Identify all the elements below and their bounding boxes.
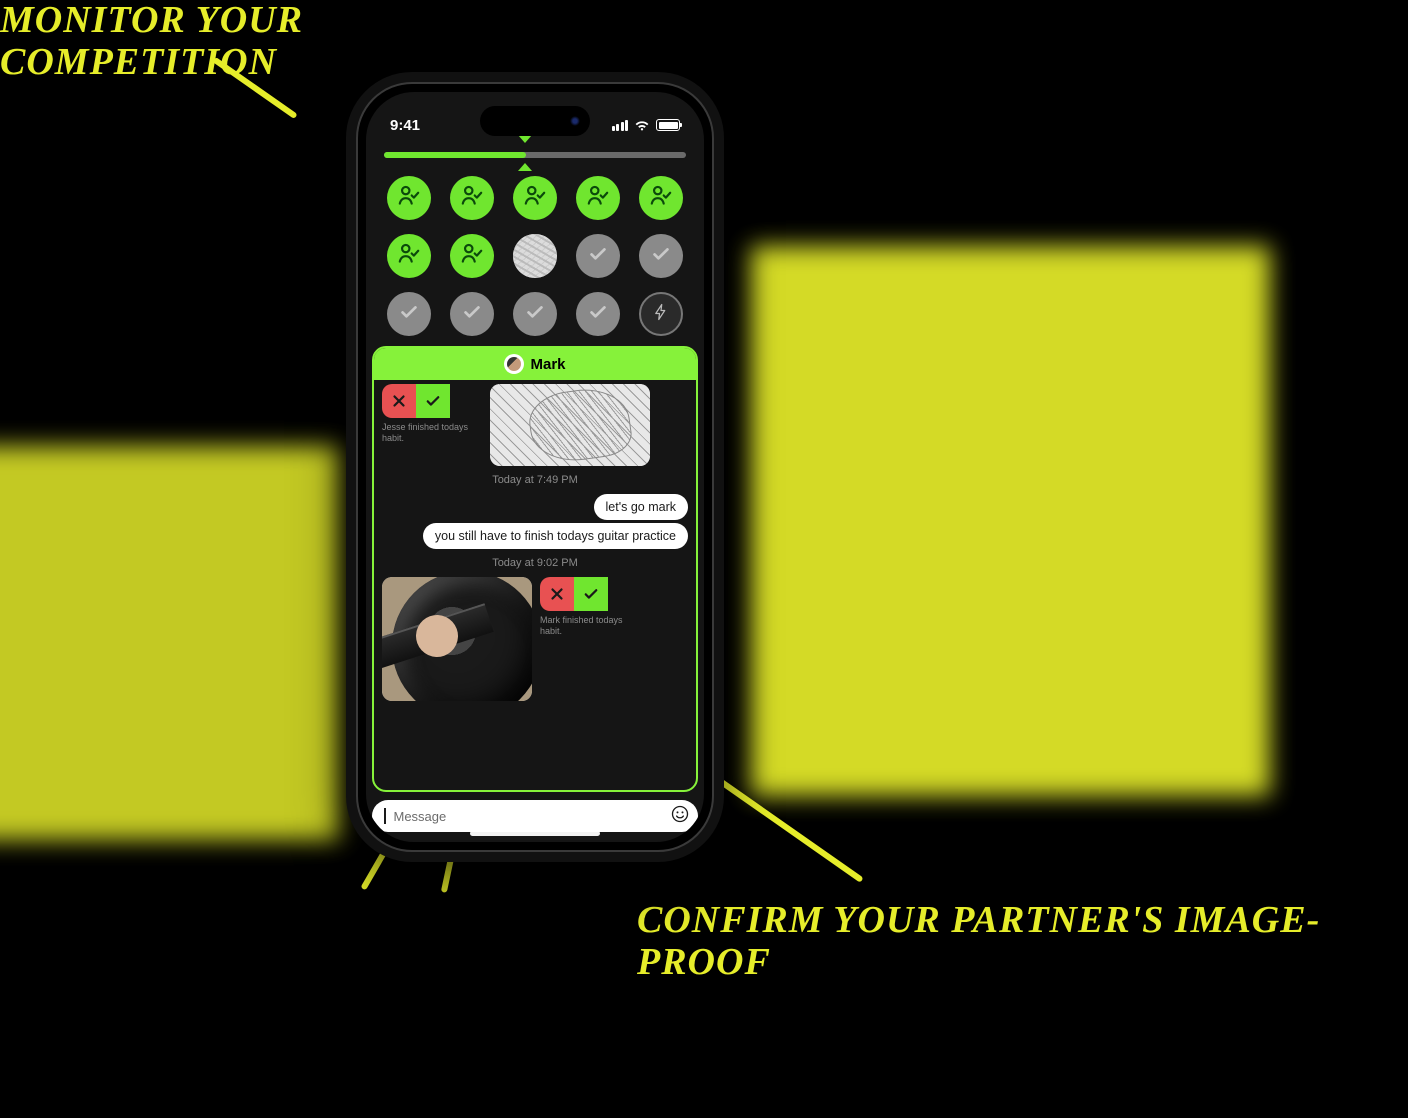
decorative-glow xyxy=(750,246,1270,796)
check-icon xyxy=(424,392,442,410)
phone-screen: 9:41 xyxy=(366,92,704,842)
person-check-icon xyxy=(459,241,485,272)
check-icon xyxy=(587,243,609,270)
day-cell-pending[interactable] xyxy=(639,234,683,278)
emoji-button[interactable] xyxy=(670,804,690,829)
chat-body[interactable]: Jesse finished todays habit. Today at 7:… xyxy=(374,380,696,790)
dynamic-island xyxy=(480,106,590,136)
battery-icon xyxy=(656,119,680,131)
decorative-glow xyxy=(0,446,340,840)
smile-icon xyxy=(670,804,690,824)
cellular-icon xyxy=(612,120,629,131)
person-check-icon xyxy=(648,183,674,214)
phone-frame: 9:41 xyxy=(356,82,714,852)
proof-row: Jesse finished todays habit. xyxy=(382,384,688,466)
person-check-icon xyxy=(585,183,611,214)
sketch-thumbnail-icon xyxy=(513,234,557,278)
text-caret xyxy=(384,808,386,824)
day-cell-pending[interactable] xyxy=(450,292,494,336)
day-cell-pending[interactable] xyxy=(576,234,620,278)
approve-button[interactable] xyxy=(574,577,608,611)
check-icon xyxy=(650,243,672,270)
day-cell-done[interactable] xyxy=(639,176,683,220)
proof-image[interactable] xyxy=(490,384,650,466)
x-icon xyxy=(390,392,408,410)
approve-button[interactable] xyxy=(416,384,450,418)
chat-timestamp: Today at 7:49 PM xyxy=(382,474,688,486)
deny-button[interactable] xyxy=(540,577,574,611)
proof-caption: Jesse finished todays habit. xyxy=(382,422,482,444)
partner-name: Mark xyxy=(530,356,565,373)
progress-fill xyxy=(384,152,526,158)
home-indicator[interactable] xyxy=(470,831,600,836)
proof-image[interactable] xyxy=(382,577,532,701)
day-cell-pending[interactable] xyxy=(387,292,431,336)
day-cell-done[interactable] xyxy=(513,176,557,220)
message-row: you still have to finish todays guitar p… xyxy=(382,523,688,549)
approve-deny-group xyxy=(540,577,640,611)
person-check-icon xyxy=(396,241,422,272)
day-cell-reward[interactable] xyxy=(639,292,683,336)
day-cell-done[interactable] xyxy=(387,234,431,278)
day-cell-today[interactable] xyxy=(513,234,557,278)
person-check-icon xyxy=(522,183,548,214)
deny-button[interactable] xyxy=(382,384,416,418)
day-cell-done[interactable] xyxy=(450,234,494,278)
day-cell-done[interactable] xyxy=(387,176,431,220)
bolt-icon xyxy=(652,301,670,328)
day-cell-done[interactable] xyxy=(576,176,620,220)
progress-marker-bottom-icon xyxy=(518,163,532,171)
partner-avatar xyxy=(504,354,524,374)
check-icon xyxy=(398,301,420,328)
message-row: let's go mark xyxy=(382,494,688,520)
chat-header[interactable]: Mark xyxy=(374,348,696,380)
day-cell-pending[interactable] xyxy=(513,292,557,336)
status-time: 9:41 xyxy=(390,117,420,134)
message-field[interactable] xyxy=(394,809,663,824)
day-cell-pending[interactable] xyxy=(576,292,620,336)
wifi-icon xyxy=(634,119,650,131)
person-check-icon xyxy=(459,183,485,214)
chat-timestamp: Today at 9:02 PM xyxy=(382,557,688,569)
proof-caption: Mark finished todays habit. xyxy=(540,615,640,637)
annotation-top: Monitor Your Competition xyxy=(0,0,360,84)
x-icon xyxy=(548,585,566,603)
approve-deny-group xyxy=(382,384,482,418)
message-input[interactable] xyxy=(372,800,698,832)
check-icon xyxy=(582,585,600,603)
annotation-bottom: Confirm your Partner's Image-Proof xyxy=(637,900,1397,984)
habit-day-grid xyxy=(366,160,704,346)
message-bubble[interactable]: you still have to finish todays guitar p… xyxy=(423,523,688,549)
day-cell-done[interactable] xyxy=(450,176,494,220)
chat-panel: Mark Jesse finished toda xyxy=(372,346,698,792)
person-check-icon xyxy=(396,183,422,214)
proof-row: Mark finished todays habit. xyxy=(382,577,688,701)
check-icon xyxy=(461,301,483,328)
check-icon xyxy=(524,301,546,328)
check-icon xyxy=(587,301,609,328)
message-bubble[interactable]: let's go mark xyxy=(594,494,688,520)
progress-bar xyxy=(366,144,704,160)
